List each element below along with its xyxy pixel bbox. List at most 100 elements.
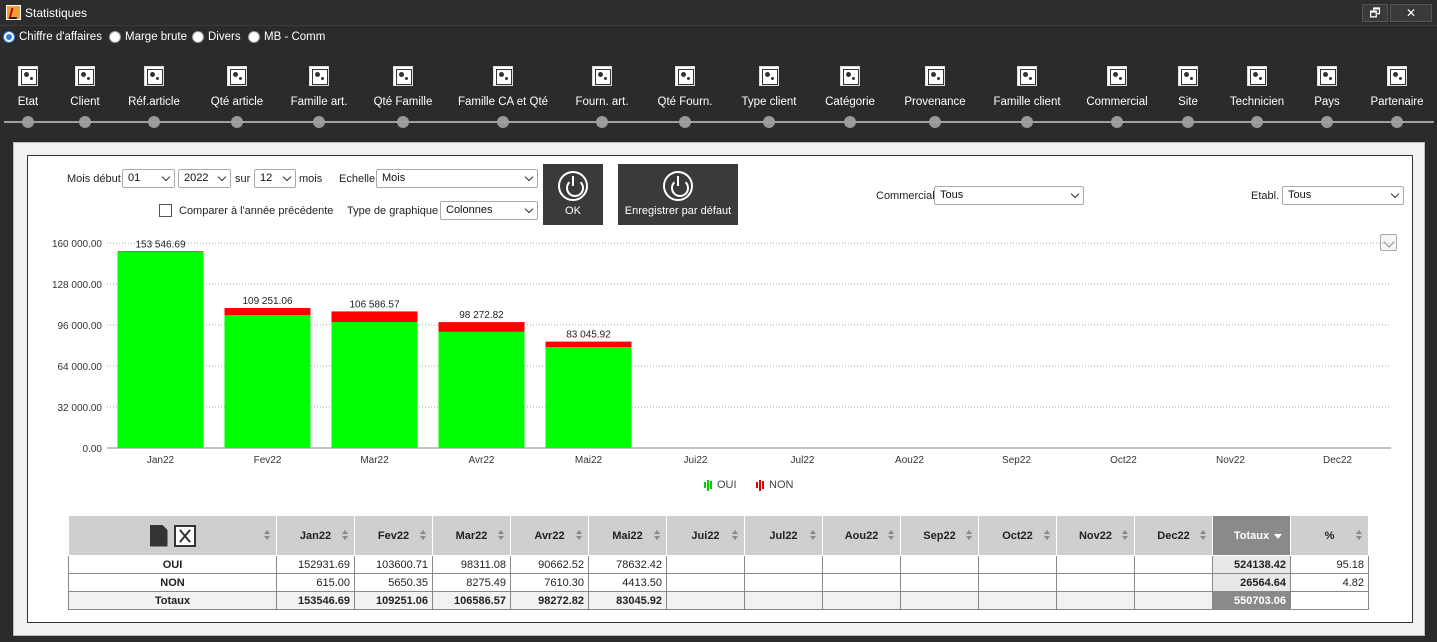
column-header[interactable]: Totaux: [1212, 515, 1291, 556]
y-tick-label: 128 000.00: [52, 280, 102, 291]
data-label: 98 272.82: [459, 310, 504, 321]
table-cell: [1056, 555, 1135, 574]
table-cell: [666, 555, 745, 574]
sort-icon[interactable]: [732, 530, 738, 540]
table-cell: [666, 591, 745, 610]
table-cell: 109251.06: [354, 591, 433, 610]
sort-icon[interactable]: [810, 530, 816, 540]
radio-icon[interactable]: [3, 31, 15, 43]
column-header[interactable]: Fev22: [354, 515, 433, 556]
row-percent: 95.18: [1290, 555, 1369, 574]
toolbar-slider-track: [4, 121, 1434, 123]
report-icon: [227, 66, 247, 86]
sort-icon[interactable]: [264, 530, 270, 540]
column-header[interactable]: Jan22: [276, 515, 355, 556]
table-cell: [666, 573, 745, 592]
table-cell: [822, 555, 901, 574]
table-cell: [978, 573, 1057, 592]
column-header[interactable]: Jui22: [666, 515, 745, 556]
column-header-label: Jui22: [691, 529, 720, 542]
bar-non: [545, 341, 632, 348]
mode-label: Marge brute: [125, 31, 188, 43]
app-icon: [6, 5, 21, 20]
restore-button[interactable]: 🗗: [1362, 4, 1388, 22]
sort-icon[interactable]: [888, 530, 894, 540]
report-icon: [675, 66, 695, 86]
stats-panel: Mois début 01 2022 sur 12 mois Echelle M…: [27, 155, 1413, 623]
toolbar-item-17[interactable]: Partenaire: [1342, 58, 1437, 128]
bar-oui: [224, 315, 311, 448]
data-label: 153 546.69: [135, 239, 185, 250]
content-area: Mois début 01 2022 sur 12 mois Echelle M…: [13, 142, 1425, 636]
table-cell: 4413.50: [588, 573, 667, 592]
radio-icon[interactable]: [192, 31, 204, 43]
sort-icon[interactable]: [1044, 530, 1050, 540]
x-tick-label: Dec22: [1323, 455, 1352, 466]
table-cell: 98272.82: [510, 591, 589, 610]
y-tick-label: 96 000.00: [58, 321, 103, 332]
report-icon: [493, 66, 513, 86]
radio-icon[interactable]: [248, 31, 260, 43]
sort-icon[interactable]: [498, 530, 504, 540]
bar-non: [331, 311, 418, 323]
table-cell: [1134, 591, 1213, 610]
table-cell: [1056, 573, 1135, 592]
table-row: NON 615.00 5650.35 8275.49 7610.30 4413.50 265…: [68, 573, 1369, 592]
table-cell: 106586.57: [432, 591, 511, 610]
x-tick-label: Nov22: [1216, 455, 1245, 466]
report-icon: [1017, 66, 1037, 86]
table-cell: 615.00: [276, 573, 355, 592]
sort-icon[interactable]: [1122, 530, 1128, 540]
mode-radio-1[interactable]: Marge brute: [109, 31, 187, 43]
table-cell: 152931.69: [276, 555, 355, 574]
table-cell: [978, 591, 1057, 610]
radio-icon[interactable]: [109, 31, 121, 43]
table-cell: [900, 555, 979, 574]
excel-icon[interactable]: [173, 524, 196, 547]
column-header-label: Jan22: [299, 529, 332, 542]
table-row: Totaux 153546.69 109251.06 106586.57 98272.8…: [68, 591, 1369, 610]
toolbar-item-6[interactable]: Famille CA et Qté: [448, 58, 558, 128]
table-cell: 98311.08: [432, 555, 511, 574]
column-header[interactable]: Jul22: [744, 515, 823, 556]
print-icon[interactable]: [149, 524, 168, 547]
report-icon: [393, 66, 413, 86]
column-header[interactable]: %: [1290, 515, 1369, 556]
column-header[interactable]: Aou22: [822, 515, 901, 556]
column-header[interactable]: Sep22: [900, 515, 979, 556]
mode-radio-0[interactable]: Chiffre d'affaires: [3, 31, 102, 43]
legend-non-label: NON: [769, 479, 794, 491]
x-tick-label: Jan22: [147, 455, 175, 466]
mode-radio-3[interactable]: MB - Comm: [248, 31, 325, 43]
close-button[interactable]: ✕: [1390, 4, 1432, 22]
sort-icon[interactable]: [966, 530, 972, 540]
column-header-label: Dec22: [1157, 529, 1190, 542]
sort-icon[interactable]: [1356, 530, 1362, 540]
table-cell: 90662.52: [510, 555, 589, 574]
report-icon: [759, 66, 779, 86]
column-header[interactable]: Mar22: [432, 515, 511, 556]
legend-non: NON: [756, 479, 793, 491]
column-header[interactable]: Avr22: [510, 515, 589, 556]
sort-icon[interactable]: [420, 530, 426, 540]
sort-icon[interactable]: [342, 530, 348, 540]
column-header[interactable]: Oct22: [978, 515, 1057, 556]
sort-desc-icon[interactable]: [1274, 534, 1282, 539]
table-row: OUI 152931.69 103600.71 98311.08 90662.52 786…: [68, 555, 1369, 574]
column-header[interactable]: Mai22: [588, 515, 667, 556]
table-cell: [744, 555, 823, 574]
toolbar-label: Partenaire: [1370, 96, 1424, 108]
bar-oui: [438, 331, 525, 448]
column-header[interactable]: Dec22: [1134, 515, 1213, 556]
toolbar-item-5[interactable]: Qté Famille: [348, 58, 458, 128]
stats-table: Jan22 Fev22 Mar22 Avr22 Mai22 Jui22 Jul22 Aou22…: [68, 515, 1369, 610]
sort-icon[interactable]: [654, 530, 660, 540]
sort-icon[interactable]: [1200, 530, 1206, 540]
mode-radio-2[interactable]: Divers: [192, 31, 241, 43]
sort-icon[interactable]: [576, 530, 582, 540]
report-icon: [1317, 66, 1337, 86]
y-tick-label: 32 000.00: [58, 403, 103, 414]
table-header-row: Jan22 Fev22 Mar22 Avr22 Mai22 Jui22 Jul22 Aou22…: [68, 515, 1369, 556]
row-label: OUI: [68, 555, 277, 574]
column-header[interactable]: Nov22: [1056, 515, 1135, 556]
